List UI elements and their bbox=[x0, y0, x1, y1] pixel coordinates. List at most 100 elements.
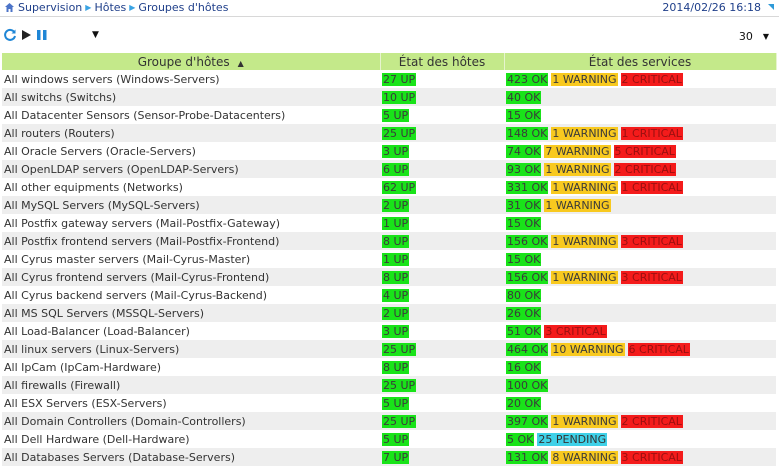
host-up-badge[interactable]: 3 UP bbox=[382, 324, 410, 338]
pause-icon[interactable] bbox=[35, 28, 49, 42]
service-ok-badge[interactable]: 40 OK bbox=[506, 90, 542, 104]
breadcrumb-supervision[interactable]: Supervision bbox=[18, 1, 82, 14]
service-critical-badge[interactable]: 3 CRITICAL bbox=[620, 270, 683, 284]
host-up-badge[interactable]: 25 UP bbox=[382, 126, 417, 140]
host-group-name[interactable]: All Datacenter Sensors (Sensor-Probe-Dat… bbox=[2, 106, 380, 124]
service-ok-badge[interactable]: 20 OK bbox=[506, 396, 542, 410]
host-up-badge[interactable]: 1 UP bbox=[382, 252, 410, 266]
service-ok-badge[interactable]: 74 OK bbox=[506, 144, 542, 158]
host-up-badge[interactable]: 1 UP bbox=[382, 216, 410, 230]
service-warning-badge[interactable]: 1 WARNING bbox=[551, 270, 618, 284]
service-warning-badge[interactable]: 1 WARNING bbox=[551, 414, 618, 428]
service-warning-badge[interactable]: 8 WARNING bbox=[551, 450, 618, 464]
table-row[interactable]: All Domain Controllers (Domain-Controlle… bbox=[2, 412, 776, 430]
host-group-name[interactable]: All OpenLDAP servers (OpenLDAP-Servers) bbox=[2, 160, 380, 178]
actions-dropdown-arrow[interactable]: ▼ bbox=[92, 30, 99, 40]
service-ok-badge[interactable]: 148 OK bbox=[506, 126, 549, 140]
host-up-badge[interactable]: 27 UP bbox=[382, 72, 417, 86]
host-group-name[interactable]: All Postfix frontend servers (Mail-Postf… bbox=[2, 232, 380, 250]
host-up-badge[interactable]: 10 UP bbox=[382, 90, 417, 104]
service-warning-badge[interactable]: 7 WARNING bbox=[544, 144, 611, 158]
host-group-name[interactable]: All MS SQL Servers (MSSQL-Servers) bbox=[2, 304, 380, 322]
service-warning-badge[interactable]: 1 WARNING bbox=[544, 198, 611, 212]
host-group-name[interactable]: All routers (Routers) bbox=[2, 124, 380, 142]
service-ok-badge[interactable]: 131 OK bbox=[506, 450, 549, 464]
service-warning-badge[interactable]: 10 WARNING bbox=[551, 342, 625, 356]
table-row[interactable]: All windows servers (Windows-Servers) 27 … bbox=[2, 70, 776, 88]
table-row[interactable]: All Dell Hardware (Dell-Hardware) 5 UP 5 O… bbox=[2, 430, 776, 448]
service-ok-badge[interactable]: 156 OK bbox=[506, 270, 549, 284]
service-warning-badge[interactable]: 1 WARNING bbox=[551, 234, 618, 248]
service-warning-badge[interactable]: 1 WARNING bbox=[551, 180, 618, 194]
host-group-name[interactable]: All Cyrus frontend servers (Mail-Cyrus-F… bbox=[2, 268, 380, 286]
service-ok-badge[interactable]: 26 OK bbox=[506, 306, 542, 320]
play-icon[interactable] bbox=[19, 28, 33, 42]
service-ok-badge[interactable]: 15 OK bbox=[506, 252, 542, 266]
table-row[interactable]: All Datacenter Sensors (Sensor-Probe-Dat… bbox=[2, 106, 776, 124]
service-warning-badge[interactable]: 1 WARNING bbox=[551, 126, 618, 140]
column-header-hosts[interactable]: État des hôtes bbox=[380, 53, 505, 70]
host-group-name[interactable]: All MySQL Servers (MySQL-Servers) bbox=[2, 196, 380, 214]
expand-arrow-icon[interactable] bbox=[767, 3, 775, 11]
host-up-badge[interactable]: 25 UP bbox=[382, 414, 417, 428]
service-warning-badge[interactable]: 1 WARNING bbox=[551, 72, 618, 86]
host-group-name[interactable]: All Load-Balancer (Load-Balancer) bbox=[2, 322, 380, 340]
table-row[interactable]: All ESX Servers (ESX-Servers) 5 UP 20 OK bbox=[2, 394, 776, 412]
table-row[interactable]: All linux servers (Linux-Servers) 25 UP 46… bbox=[2, 340, 776, 358]
host-group-name[interactable]: All Dell Hardware (Dell-Hardware) bbox=[2, 430, 380, 448]
service-ok-badge[interactable]: 156 OK bbox=[506, 234, 549, 248]
service-critical-badge[interactable]: 1 CRITICAL bbox=[620, 180, 683, 194]
host-group-name[interactable]: All linux servers (Linux-Servers) bbox=[2, 340, 380, 358]
table-row[interactable]: All routers (Routers) 25 UP 148 OK 1 WARNIN… bbox=[2, 124, 776, 142]
host-up-badge[interactable]: 25 UP bbox=[382, 342, 417, 356]
host-group-name[interactable]: All windows servers (Windows-Servers) bbox=[2, 70, 380, 88]
breadcrumb-hosts[interactable]: Hôtes bbox=[94, 1, 126, 14]
host-up-badge[interactable]: 2 UP bbox=[382, 198, 410, 212]
service-ok-badge[interactable]: 80 OK bbox=[506, 288, 542, 302]
host-up-badge[interactable]: 6 UP bbox=[382, 162, 410, 176]
column-header-services[interactable]: État des services bbox=[504, 53, 777, 70]
host-group-name[interactable]: All IpCam (IpCam-Hardware) bbox=[2, 358, 380, 376]
host-up-badge[interactable]: 7 UP bbox=[382, 450, 410, 464]
service-ok-badge[interactable]: 397 OK bbox=[506, 414, 549, 428]
service-ok-badge[interactable]: 331 OK bbox=[506, 180, 549, 194]
service-critical-badge[interactable]: 3 CRITICAL bbox=[544, 324, 607, 338]
host-group-name[interactable]: All other equipments (Networks) bbox=[2, 178, 380, 196]
table-row[interactable]: All Oracle Servers (Oracle-Servers) 3 UP 7… bbox=[2, 142, 776, 160]
host-up-badge[interactable]: 8 UP bbox=[382, 270, 410, 284]
host-up-badge[interactable]: 8 UP bbox=[382, 360, 410, 374]
home-icon[interactable] bbox=[4, 2, 15, 13]
service-critical-badge[interactable]: 5 CRITICAL bbox=[613, 144, 676, 158]
table-row[interactable]: All Cyrus frontend servers (Mail-Cyrus-F… bbox=[2, 268, 776, 286]
host-group-name[interactable]: All Databases Servers (Database-Servers) bbox=[2, 448, 380, 466]
host-group-name[interactable]: All Domain Controllers (Domain-Controlle… bbox=[2, 412, 380, 430]
host-group-name[interactable]: All Cyrus backend servers (Mail-Cyrus-Ba… bbox=[2, 286, 380, 304]
host-up-badge[interactable]: 5 UP bbox=[382, 108, 410, 122]
refresh-icon[interactable] bbox=[3, 28, 17, 42]
column-header-group[interactable]: Groupe d'hôtes ▲ bbox=[2, 53, 381, 70]
service-critical-badge[interactable]: 3 CRITICAL bbox=[620, 450, 683, 464]
host-up-badge[interactable]: 8 UP bbox=[382, 234, 410, 248]
service-ok-badge[interactable]: 423 OK bbox=[506, 72, 549, 86]
host-up-badge[interactable]: 2 UP bbox=[382, 306, 410, 320]
service-ok-badge[interactable]: 15 OK bbox=[506, 108, 542, 122]
table-row[interactable]: All Postfix gateway servers (Mail-Postfi… bbox=[2, 214, 776, 232]
service-critical-badge[interactable]: 2 CRITICAL bbox=[620, 72, 683, 86]
table-row[interactable]: All OpenLDAP servers (OpenLDAP-Servers) 6… bbox=[2, 160, 776, 178]
table-row[interactable]: All MS SQL Servers (MSSQL-Servers) 2 UP 26… bbox=[2, 304, 776, 322]
table-row[interactable]: All IpCam (IpCam-Hardware) 8 UP 16 OK bbox=[2, 358, 776, 376]
table-row[interactable]: All Databases Servers (Database-Servers)… bbox=[2, 448, 776, 466]
table-row[interactable]: All other equipments (Networks) 62 UP 331 … bbox=[2, 178, 776, 196]
host-group-name[interactable]: All Cyrus master servers (Mail-Cyrus-Mas… bbox=[2, 250, 380, 268]
host-up-badge[interactable]: 3 UP bbox=[382, 144, 410, 158]
table-row[interactable]: All Load-Balancer (Load-Balancer) 3 UP 51 … bbox=[2, 322, 776, 340]
host-group-name[interactable]: All ESX Servers (ESX-Servers) bbox=[2, 394, 380, 412]
table-row[interactable]: All Cyrus master servers (Mail-Cyrus-Mas… bbox=[2, 250, 776, 268]
host-up-badge[interactable]: 62 UP bbox=[382, 180, 417, 194]
service-critical-badge[interactable]: 2 CRITICAL bbox=[613, 162, 676, 176]
table-row[interactable]: All MySQL Servers (MySQL-Servers) 2 UP 31 … bbox=[2, 196, 776, 214]
service-critical-badge[interactable]: 2 CRITICAL bbox=[620, 414, 683, 428]
service-critical-badge[interactable]: 3 CRITICAL bbox=[620, 234, 683, 248]
table-row[interactable]: All switchs (Switchs) 10 UP 40 OK bbox=[2, 88, 776, 106]
service-pending-badge[interactable]: 25 PENDING bbox=[537, 432, 608, 446]
